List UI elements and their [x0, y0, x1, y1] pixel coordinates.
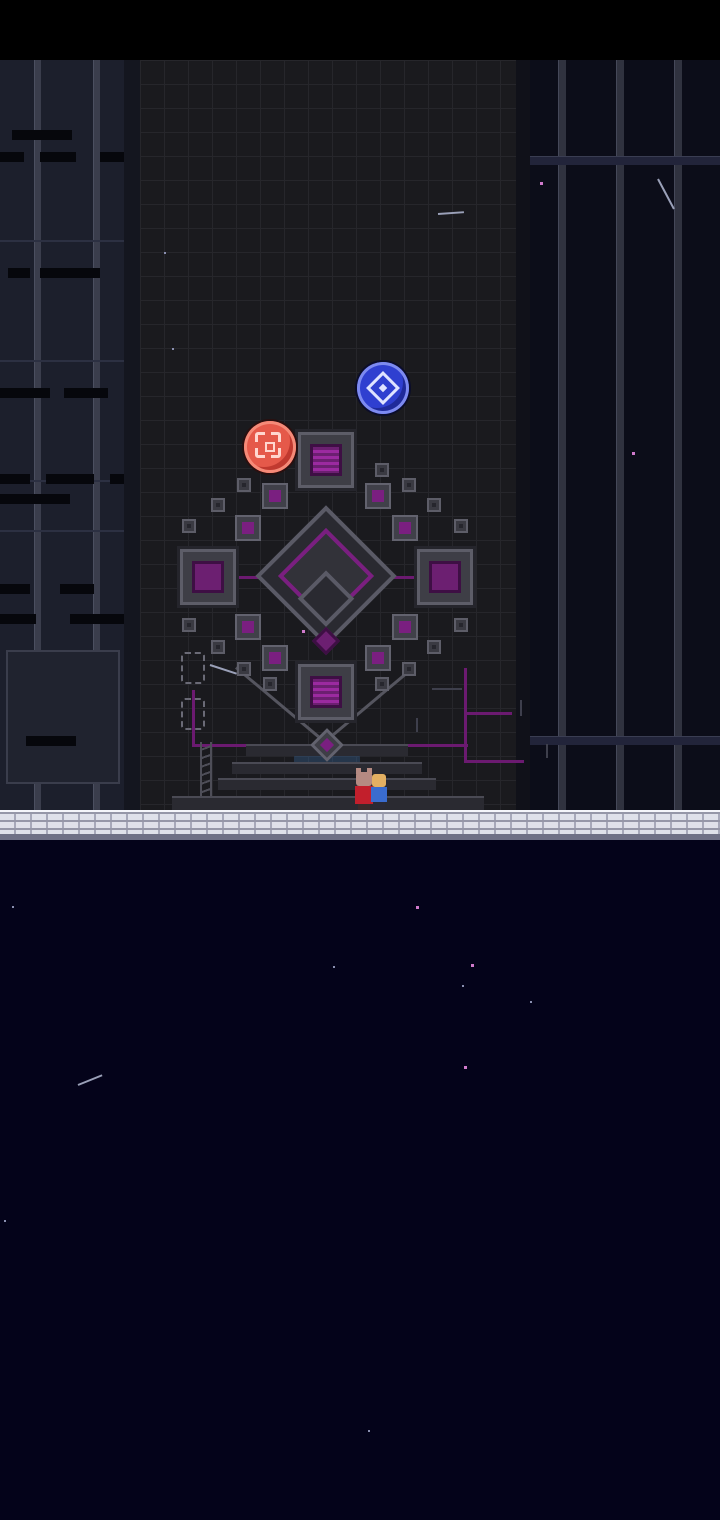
wire — [408, 744, 468, 747]
grey-node — [211, 640, 225, 654]
wind-streak — [77, 1074, 103, 1086]
left-purple-block — [180, 549, 236, 605]
companion-character — [370, 774, 388, 808]
left-pod — [181, 698, 205, 730]
grey-node — [402, 478, 416, 492]
wire — [546, 744, 548, 758]
star — [172, 348, 174, 350]
crosshair-center-icon — [265, 442, 275, 452]
throne-structure — [0, 0, 720, 820]
top-purple-block — [298, 432, 354, 488]
wire — [464, 712, 512, 715]
grey-node — [182, 618, 196, 632]
wire — [416, 718, 418, 732]
red-target-orb[interactable] — [244, 421, 296, 473]
sparkle — [416, 906, 419, 909]
left-pod — [181, 652, 205, 684]
star — [462, 985, 464, 987]
wire — [464, 668, 467, 762]
bottom-purple-block — [298, 664, 354, 720]
star — [4, 1220, 6, 1222]
grey-node — [237, 662, 251, 676]
star — [530, 1001, 532, 1003]
grey-node — [454, 618, 468, 632]
purple-node — [262, 645, 288, 671]
grey-node — [182, 519, 196, 533]
purple-node — [392, 515, 418, 541]
purple-node — [235, 515, 261, 541]
purple-node — [235, 614, 261, 640]
right-purple-block — [417, 549, 473, 605]
star — [333, 966, 335, 968]
wire — [464, 760, 524, 763]
grey-node — [427, 498, 441, 512]
grey-node — [211, 498, 225, 512]
grey-node — [375, 463, 389, 477]
purple-node — [365, 645, 391, 671]
blue-diamond-orb[interactable] — [357, 362, 409, 414]
grey-node — [454, 519, 468, 533]
wire — [432, 688, 462, 690]
purple-node — [262, 483, 288, 509]
purple-node — [365, 483, 391, 509]
left-scaffold — [200, 742, 212, 804]
central-diamond-core — [260, 510, 392, 656]
star — [12, 906, 14, 908]
sparkle — [302, 630, 305, 633]
sparkle — [632, 452, 635, 455]
diamond-icon — [366, 371, 400, 405]
sparkle — [540, 182, 543, 185]
grey-node — [237, 478, 251, 492]
wire — [520, 700, 522, 716]
grey-node — [375, 677, 389, 691]
grey-node — [427, 640, 441, 654]
throne-step — [232, 762, 422, 774]
sparkle — [471, 964, 474, 967]
stone-ground — [0, 810, 720, 840]
star — [164, 252, 166, 254]
grey-node — [402, 662, 416, 676]
purple-node — [392, 614, 418, 640]
star — [368, 1430, 370, 1432]
sparkle — [464, 1066, 467, 1069]
throne-step — [218, 778, 436, 790]
grey-node — [263, 677, 277, 691]
throne-step — [172, 796, 484, 810]
